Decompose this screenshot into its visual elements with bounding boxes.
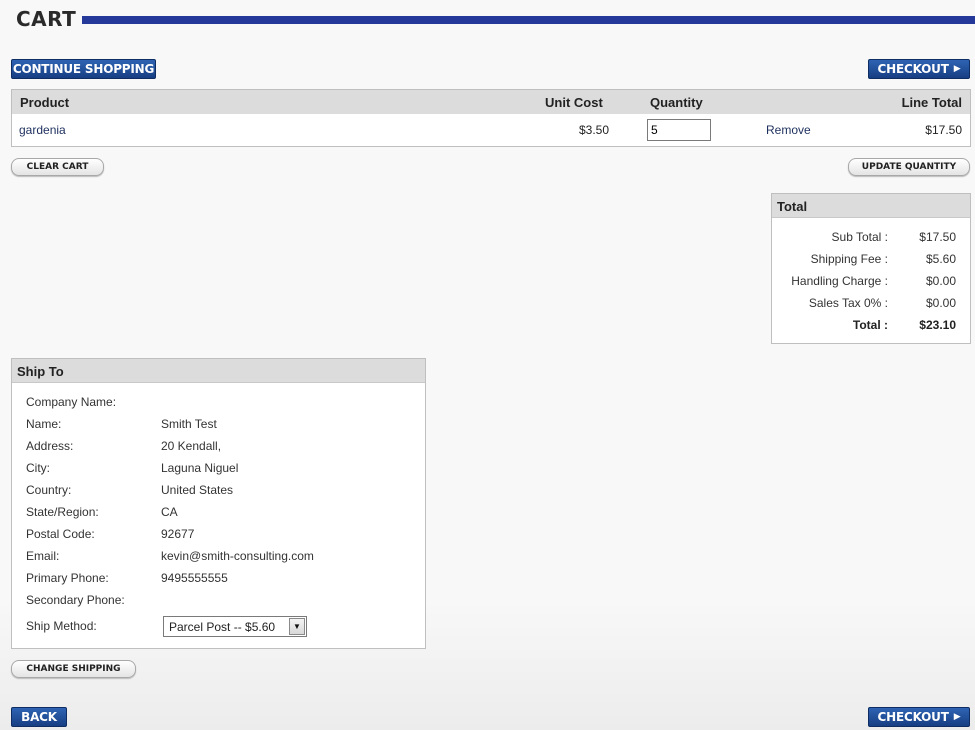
unit-cost-value: $3.50 — [578, 123, 609, 137]
handling-charge-row: Handling Charge : $0.00 — [772, 271, 970, 293]
update-quantity-button[interactable]: UPDATE QUANTITY — [848, 158, 970, 176]
secondary-phone-label: Secondary Phone: — [26, 593, 125, 607]
name-value: Smith Test — [161, 417, 217, 431]
name-label: Name: — [26, 417, 62, 431]
state-region-value: CA — [161, 505, 178, 519]
checkout-button-top[interactable]: CHECKOUT ▶ — [868, 59, 970, 79]
title-divider — [82, 16, 975, 24]
subtotal-label: Sub Total : — [831, 230, 888, 244]
cart-table: Product Unit Cost Quantity Line Total ga… — [11, 89, 971, 147]
shipping-fee-value: $5.60 — [925, 252, 956, 266]
play-triangle-icon: ▶ — [953, 64, 961, 74]
sales-tax-row: Sales Tax 0% : $0.00 — [772, 293, 970, 315]
ship-method-select[interactable]: Parcel Post -- $5.60 ▼ — [163, 616, 307, 637]
ship-method-label: Ship Method: — [26, 619, 97, 633]
email-value: kevin@smith-consulting.com — [161, 549, 314, 563]
address-value: 20 Kendall, — [161, 439, 222, 453]
ship-to-heading: Ship To — [17, 364, 64, 379]
ship-field-country: Country: United States — [26, 480, 416, 502]
grand-total-label: Total : — [852, 318, 888, 332]
checkout-button-bottom[interactable]: CHECKOUT ▶ — [868, 707, 970, 727]
city-label: City: — [26, 461, 50, 475]
ship-method-selected: Parcel Post -- $5.60 — [169, 620, 276, 634]
ship-field-state: State/Region: CA — [26, 502, 416, 524]
continue-shopping-button[interactable]: CONTINUE SHOPPING — [11, 59, 156, 79]
clear-cart-button[interactable]: CLEAR CART — [11, 158, 104, 176]
handling-charge-label: Handling Charge : — [791, 274, 888, 288]
ship-field-postal-code: Postal Code: 92677 — [26, 524, 416, 546]
remove-link[interactable]: Remove — [766, 123, 811, 137]
country-value: United States — [161, 483, 234, 497]
clear-cart-label: CLEAR CART — [26, 162, 89, 172]
caret-down-icon[interactable]: ▼ — [289, 618, 305, 635]
play-triangle-icon: ▶ — [953, 712, 961, 722]
handling-charge-value: $0.00 — [925, 274, 956, 288]
total-heading: Total — [777, 199, 808, 214]
change-shipping-label: CHANGE SHIPPING — [26, 664, 121, 674]
back-label: BACK — [21, 710, 57, 724]
ship-field-secondary-phone: Secondary Phone: — [26, 590, 416, 612]
grand-total-row: Total : $23.10 — [772, 315, 970, 337]
sales-tax-label: Sales Tax 0% : — [808, 296, 888, 310]
ship-field-primary-phone: Primary Phone: 9495555555 — [26, 568, 416, 590]
state-region-label: State/Region: — [26, 505, 99, 519]
country-label: Country: — [26, 483, 72, 497]
page-title: CART — [16, 7, 77, 31]
change-shipping-button[interactable]: CHANGE SHIPPING — [11, 660, 136, 678]
continue-shopping-label: CONTINUE SHOPPING — [12, 62, 155, 76]
ship-field-city: City: Laguna Niguel — [26, 458, 416, 480]
subtotal-value: $17.50 — [919, 230, 956, 244]
column-header-quantity: Quantity — [650, 95, 703, 110]
sales-tax-value: $0.00 — [925, 296, 956, 310]
line-total-value: $17.50 — [925, 123, 962, 137]
quantity-input[interactable] — [647, 119, 711, 141]
grand-total-value: $23.10 — [919, 318, 956, 332]
back-button[interactable]: BACK — [11, 707, 67, 727]
column-header-unit-cost: Unit Cost — [545, 95, 603, 110]
column-header-line-total: Line Total — [901, 95, 962, 110]
checkout-label: CHECKOUT — [877, 62, 949, 76]
primary-phone-value: 9495555555 — [161, 571, 228, 585]
column-header-product: Product — [20, 95, 70, 110]
ship-field-name: Name: Smith Test — [26, 414, 416, 436]
cart-table-header: Product Unit Cost Quantity Line Total — [12, 90, 970, 114]
postal-code-value: 92677 — [161, 527, 195, 541]
shipping-fee-row: Shipping Fee : $5.60 — [772, 249, 970, 271]
company-name-label: Company Name: — [26, 395, 117, 409]
total-panel: Total Sub Total : $17.50 Shipping Fee : … — [771, 193, 971, 344]
ship-field-company: Company Name: — [26, 392, 416, 414]
checkout-label: CHECKOUT — [877, 710, 949, 724]
ship-to-panel: Ship To Company Name: Name: Smith Test A… — [11, 358, 426, 649]
ship-field-email: Email: kevin@smith-consulting.com — [26, 546, 416, 568]
primary-phone-label: Primary Phone: — [26, 571, 109, 585]
postal-code-label: Postal Code: — [26, 527, 95, 541]
subtotal-row: Sub Total : $17.50 — [772, 227, 970, 249]
product-link[interactable]: gardenia — [19, 123, 66, 137]
update-quantity-label: UPDATE QUANTITY — [861, 162, 957, 172]
address-label: Address: — [26, 439, 74, 453]
city-value: Laguna Niguel — [161, 461, 239, 475]
ship-field-address: Address: 20 Kendall, — [26, 436, 416, 458]
shipping-fee-label: Shipping Fee : — [810, 252, 888, 266]
email-label: Email: — [26, 549, 60, 563]
total-panel-header: Total — [772, 194, 970, 218]
ship-to-panel-header: Ship To — [12, 359, 425, 383]
